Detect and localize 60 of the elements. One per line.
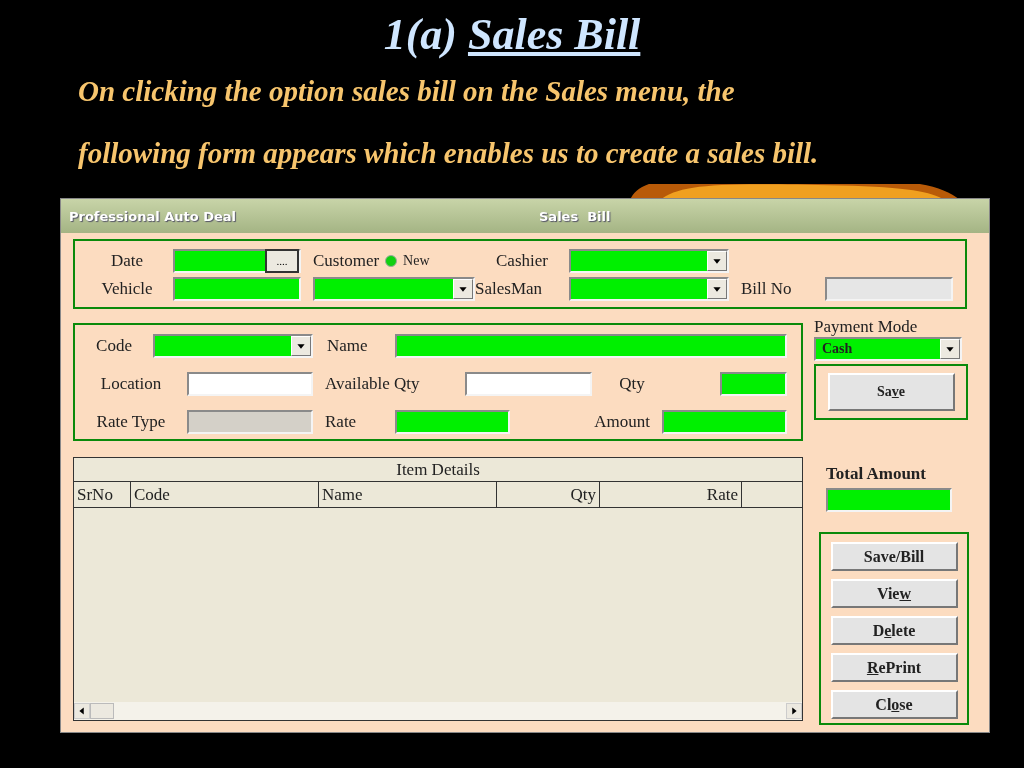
caret-icon [940, 339, 960, 359]
bill-no-field[interactable] [825, 277, 953, 301]
field-label: Cashier [495, 251, 549, 271]
location-field[interactable] [187, 372, 313, 396]
slide-title: 1(a) Sales Bill [382, 10, 642, 60]
field-label: Bill No [741, 279, 793, 299]
available-qty-field[interactable] [465, 372, 592, 396]
save-button[interactable]: Save [827, 373, 955, 411]
field-label: Amount [593, 412, 650, 432]
action-button[interactable]: Save/Bill [830, 542, 958, 571]
field-label: Rate Type [95, 412, 167, 432]
scroll-thumb[interactable] [90, 703, 114, 719]
column-header[interactable]: SrNo [74, 482, 131, 507]
field-label: Code [95, 336, 133, 356]
dropdown-field[interactable] [569, 249, 729, 273]
field-label: SalesMan [475, 279, 544, 299]
rate-type-field[interactable] [187, 410, 313, 434]
dropdown-field[interactable] [313, 277, 475, 301]
name-field[interactable] [395, 334, 787, 358]
action-button[interactable]: Delete [830, 616, 958, 645]
field-label: Name [327, 336, 369, 356]
field-label: Location [99, 374, 163, 394]
dropdown-field[interactable] [569, 277, 729, 301]
form-title: Sales Bill [539, 208, 611, 224]
caret-icon [291, 336, 311, 356]
vehicle-field[interactable] [173, 277, 301, 301]
field-label: Vehicle [100, 279, 154, 299]
scroll-left-icon[interactable] [74, 703, 90, 719]
qty-field[interactable] [720, 372, 787, 396]
column-header[interactable]: Name [319, 482, 497, 507]
field-label: Payment Mode [814, 317, 919, 337]
field-label: Available Qty [325, 374, 421, 394]
column-header[interactable]: Rate [600, 482, 742, 507]
rate-field[interactable] [395, 410, 510, 434]
radio-button[interactable] [385, 255, 398, 267]
caret-icon [453, 279, 473, 299]
field-label: Qty [618, 374, 646, 394]
column-header[interactable]: Qty [497, 482, 600, 507]
date-picker-button[interactable]: .... [265, 249, 299, 273]
column-header[interactable]: Code [131, 482, 319, 507]
field-label: Date [109, 251, 145, 271]
field-label: Rate [325, 412, 358, 432]
scroll-right-icon[interactable] [786, 703, 802, 719]
intro-paragraph: On clicking the option sales bill on the Sales menu, the following form appears which enables us to create a sales bill. [78, 74, 820, 171]
caret-icon [707, 251, 727, 271]
total-amount-field[interactable] [826, 488, 952, 512]
app-title: Professional Auto Deal [69, 208, 237, 224]
caret-icon [707, 279, 727, 299]
action-button[interactable]: RePrint [830, 653, 958, 682]
payment-mode-dropdown[interactable]: Cash [814, 337, 962, 361]
total-amount-label: Total Amount [826, 464, 927, 484]
action-button[interactable]: Close [830, 690, 958, 719]
field-label: Customer [313, 251, 380, 271]
radio-label: New [403, 253, 430, 269]
amount-field[interactable] [662, 410, 787, 434]
action-button[interactable]: View [830, 579, 958, 608]
dropdown-field[interactable] [153, 334, 313, 358]
grid-caption: Item Details [74, 458, 802, 482]
horizontal-scrollbar[interactable] [74, 702, 802, 720]
date-field[interactable]: .... [173, 249, 301, 273]
